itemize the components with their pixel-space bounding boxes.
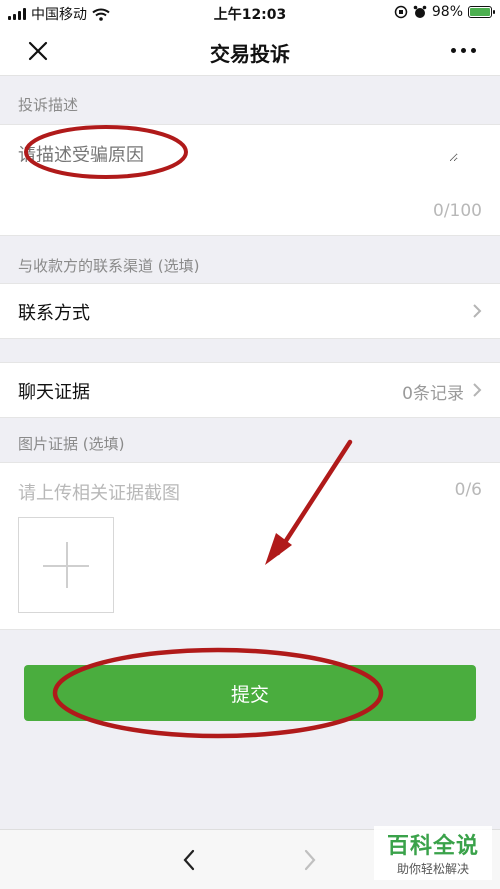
watermark-main: 百科全说	[386, 834, 479, 859]
alarm-icon	[413, 5, 427, 18]
image-evidence-card: 请上传相关证据截图 0/6	[0, 462, 500, 630]
back-arrow-icon[interactable]	[181, 848, 197, 872]
battery-fill	[470, 8, 490, 16]
description-char-counter: 0/100	[433, 201, 482, 221]
chevron-right-icon	[473, 304, 482, 318]
submit-button[interactable]: 提交	[24, 665, 476, 721]
battery-percent: 98%	[431, 4, 463, 20]
orientation-lock-icon	[394, 5, 408, 19]
watermark-sub: 助你轻松解决	[396, 862, 469, 876]
watermark-logo: 百科全说 助你轻松解决	[374, 826, 492, 880]
page-title: 交易投诉	[210, 42, 290, 66]
chat-evidence-count: 0条记录	[402, 384, 464, 404]
nav-bar: 交易投诉	[0, 26, 500, 76]
contact-method-label: 联系方式	[18, 303, 90, 324]
image-count: 0/6	[454, 480, 482, 500]
chat-evidence-row[interactable]: 聊天证据 0条记录	[0, 362, 500, 418]
complaint-description-header: 投诉描述	[18, 96, 79, 114]
status-bar: 中国移动 上午12:03 98%	[0, 0, 500, 26]
forward-arrow-icon[interactable]	[302, 848, 318, 872]
contact-method-row[interactable]: 联系方式	[0, 283, 500, 339]
contact-section-header: 与收款方的联系渠道 (选填)	[18, 257, 200, 275]
image-evidence-header: 图片证据 (选填)	[18, 435, 125, 453]
image-upload-placeholder: 请上传相关证据截图	[18, 483, 180, 504]
battery-charging-icon	[468, 6, 495, 18]
chat-evidence-label: 聊天证据	[18, 382, 90, 403]
chevron-right-icon	[473, 383, 482, 397]
complaint-description-input[interactable]	[18, 141, 458, 162]
status-right: 98%	[394, 4, 495, 20]
add-photo-button[interactable]	[18, 517, 114, 613]
more-icon[interactable]	[451, 48, 476, 53]
complaint-description-card: 0/100	[0, 124, 500, 236]
